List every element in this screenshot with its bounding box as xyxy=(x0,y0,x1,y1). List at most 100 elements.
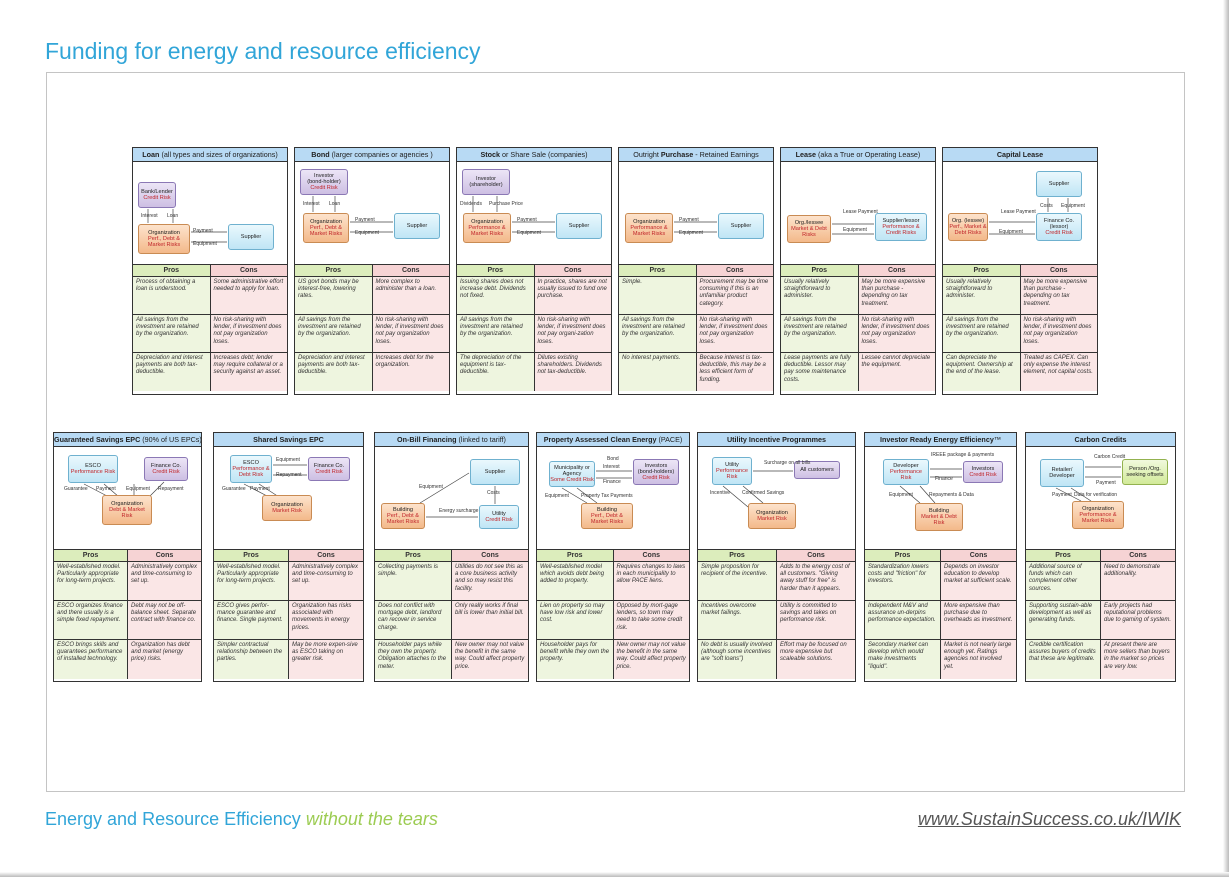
pro-cell: Usually relatively straightforward to ad… xyxy=(943,277,1021,314)
pros-cons-row: Independent M&V and assurance un-derpins… xyxy=(865,601,1016,640)
flow-label: Loan xyxy=(329,201,341,207)
con-cell: May be more expensive than purchase - de… xyxy=(1020,277,1097,314)
con-cell: Early projects had reputational problems… xyxy=(1101,601,1175,639)
flow-label: Equipment xyxy=(355,230,379,236)
entity-risk: Performance & Market Risks xyxy=(630,224,668,238)
con-cell: Administratively complex and time-consum… xyxy=(128,562,201,600)
pros-cons-row: ESCO brings skills and guarantees perfor… xyxy=(54,640,201,679)
panel-title: Lease (aka a True or Operating Lease) xyxy=(781,148,935,162)
pros-cons-row: The depreciation of the equipment is tax… xyxy=(457,353,611,391)
footer-url-link[interactable]: www.SustainSuccess.co.uk/IWIK xyxy=(918,809,1181,830)
pro-cell: All savings from the investment are reta… xyxy=(133,315,211,352)
entity-risk: Perf., Debt & Market Risks xyxy=(309,224,343,238)
page-shadow-right xyxy=(1223,0,1229,877)
pros-cons-row: Simple proposition for recipient of the … xyxy=(698,562,855,601)
flow-label: Purchase Price xyxy=(489,201,523,207)
panel-row2-3: Property Assessed Clean Energy (PACE) Mun… xyxy=(536,432,690,682)
diagram-entity-person-org: Person /Org. seeking offsets xyxy=(1122,459,1168,485)
funding-diagram: Investor (shareholder) Organization Perform… xyxy=(457,162,611,265)
entity-risk: Performance & Market Risks xyxy=(468,224,506,238)
pro-cell: Well-established model which avoids debt… xyxy=(537,562,614,600)
con-cell: Utility is committed to savings and take… xyxy=(777,601,855,639)
flow-label: Finance xyxy=(603,479,621,485)
flow-label: Equipment xyxy=(999,229,1023,235)
panel-title-main: Stock xyxy=(480,150,501,159)
entity-label: Supplier xyxy=(1048,180,1070,187)
entity-risk: Perf., Market & Debt Risks xyxy=(949,223,987,237)
diagram-entity-organization: Organization Performance & Market Risks xyxy=(463,213,511,243)
panel-title: Investor Ready Energy Efficiency™ xyxy=(865,433,1016,447)
con-cell: Some administrative effort needed to app… xyxy=(210,277,287,314)
diagram-entity-org-lessee2: Org. (lessee) Perf., Market & Debt Risks xyxy=(948,213,988,241)
pros-cons-row: Credible certification assures buyers of… xyxy=(1026,640,1175,679)
con-cell: Depends on investor education to develop… xyxy=(941,562,1016,600)
pro-cell: Householder pays for benefit while they … xyxy=(537,640,614,679)
pro-cell: Credible certification assures buyers of… xyxy=(1026,640,1101,679)
funding-diagram: Bank/Lender Credit Risk Organization Perf.,… xyxy=(133,162,287,265)
panel-row1-5: Capital Lease Org. (lessee) Perf., Market … xyxy=(942,147,1098,395)
flow-label: Payment xyxy=(1052,492,1072,498)
flow-label: Confirmed Savings xyxy=(742,490,785,496)
panel-title: Guaranteed Savings EPC (90% of US EPCs) xyxy=(54,433,201,447)
flow-label: Lease Payment xyxy=(843,209,878,215)
diagram-entity-supplier-lessor: Supplier/lessor Performance & Credit Risk… xyxy=(875,213,927,241)
flow-label: Payment xyxy=(193,228,213,234)
funding-diagram: Retailer/ Developer Person /Org. seeking … xyxy=(1026,447,1175,550)
pro-cell: Householder pays while they own the prop… xyxy=(375,640,452,679)
pros-cons-row: Additional source of funds which can com… xyxy=(1026,562,1175,601)
panel-title-prefix: Outright xyxy=(633,150,661,159)
footer-left-text: Energy and Resource Efficiency xyxy=(45,809,301,829)
panel-title-rest: (all types and sizes of organizations) xyxy=(159,150,278,159)
pros-header: Pros xyxy=(619,265,697,276)
pros-header: Pros xyxy=(457,265,535,276)
entity-risk: Credit Risk xyxy=(143,195,171,201)
flow-label: Equipment xyxy=(517,230,541,236)
con-cell: New owner may not value the benefit in t… xyxy=(452,640,528,679)
cons-header: Cons xyxy=(1101,550,1175,561)
flow-label: Equipment xyxy=(419,484,443,490)
panel-title-main: Bond xyxy=(311,150,330,159)
pro-cell: All savings from the investment are reta… xyxy=(619,315,697,352)
panel-title-main: Utility Incentive Programmes xyxy=(726,435,827,444)
pros-header: Pros xyxy=(295,265,373,276)
con-cell: Treated as CAPEX. Can only expense the i… xyxy=(1020,353,1097,391)
cons-header: Cons xyxy=(289,550,363,561)
entity-risk: Credit Risk xyxy=(315,469,343,475)
panel-row1-0: Loan (all types and sizes of organizatio… xyxy=(132,147,288,395)
flow-label: Payment xyxy=(250,486,270,492)
diagram-entity-utility: Utility Performance Risk xyxy=(712,457,752,485)
pros-cons-row: Issuing shares does not increase debt. D… xyxy=(457,277,611,315)
pro-cell: Independent M&V and assurance un-derpins… xyxy=(865,601,941,639)
diagram-entity-organization: Organization Perf., Debt & Market Risks xyxy=(303,213,349,243)
flow-label: IREEE package & payments xyxy=(931,452,995,458)
pro-cell: ESCO gives perfor-mance guarantee and fi… xyxy=(214,601,289,639)
cons-header: Cons xyxy=(534,265,611,276)
pros-cons-header: Pros Cons xyxy=(1026,550,1175,562)
funding-diagram: Municipality or Agency Some Credit Risk In… xyxy=(537,447,689,550)
panel-title-main: Capital Lease xyxy=(996,150,1044,159)
con-cell: At present there are more sellers than b… xyxy=(1101,640,1175,679)
con-cell: New owner may not value the benefit in t… xyxy=(613,640,689,679)
flow-label: Loan xyxy=(167,213,179,219)
panel-title-rest: (linked to tariff) xyxy=(456,435,506,444)
diagram-entity-organization: Organization Performance & Market Risks xyxy=(625,213,673,243)
flow-label: Costs xyxy=(1040,203,1053,209)
pros-cons-header: Pros Cons xyxy=(375,550,528,562)
flow-label: Incentive xyxy=(710,490,731,496)
entity-label: Supplier xyxy=(484,468,506,475)
panel-title-main: Loan xyxy=(142,150,160,159)
pros-cons-header: Pros Cons xyxy=(54,550,201,562)
entity-risk: Performance Risk xyxy=(715,467,749,481)
entity-label: Supplier xyxy=(406,222,428,229)
pros-cons-row: Well-established model. Particularly app… xyxy=(54,562,201,601)
cons-header: Cons xyxy=(696,265,773,276)
con-cell: Increases debt for the organization. xyxy=(372,353,449,391)
pros-cons-row: All savings from the investment are reta… xyxy=(295,315,449,353)
pros-cons-header: Pros Cons xyxy=(781,265,935,277)
con-cell: Opposed by mort-gage lenders, so town ma… xyxy=(613,601,689,639)
flow-label: Equipment xyxy=(193,241,217,247)
entity-label: Supplier xyxy=(730,222,752,229)
pro-cell: Issuing shares does not increase debt. D… xyxy=(457,277,535,314)
pro-cell: All savings from the investment are reta… xyxy=(295,315,373,352)
con-cell: Requires changes to laws in each municip… xyxy=(613,562,689,600)
